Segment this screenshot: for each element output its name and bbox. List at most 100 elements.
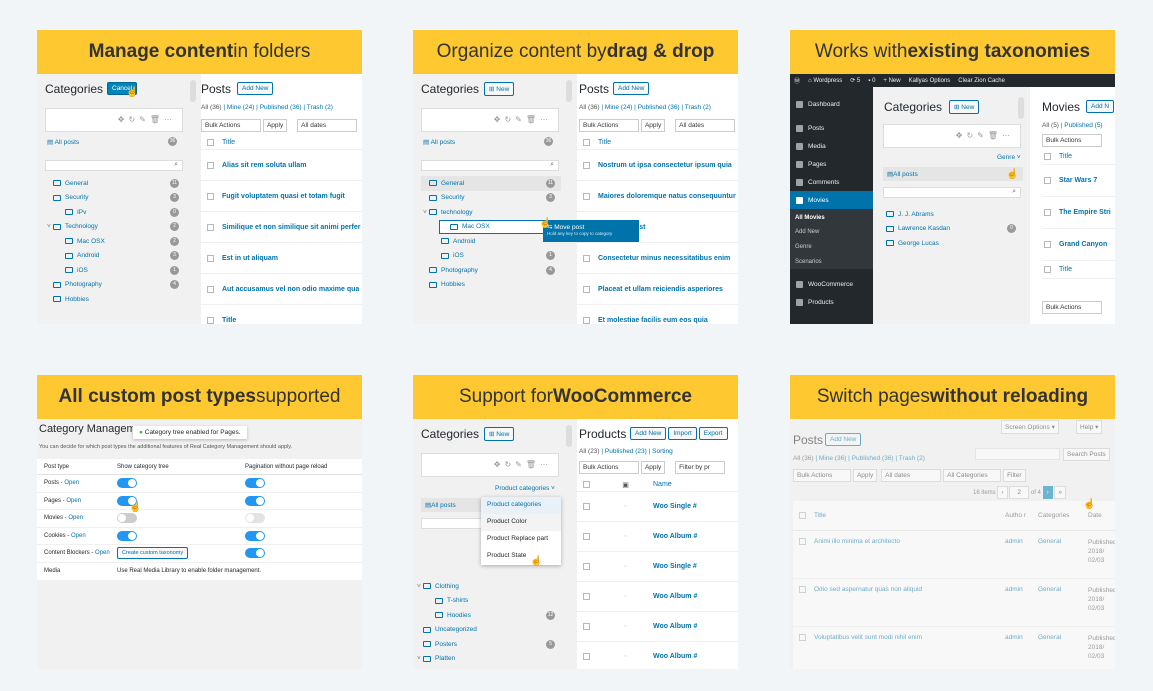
category-tree-toggle[interactable]: [117, 513, 137, 524]
bulk-actions-select[interactable]: Bulk Actions: [579, 461, 639, 474]
status-filters[interactable]: All (36) | Mine (36) | Published (36) | …: [793, 455, 925, 462]
checkbox[interactable]: [583, 161, 590, 169]
toolbar-icons[interactable]: ✥↻✎🗑⋯: [118, 115, 176, 124]
product-name[interactable]: Woo Album #: [653, 653, 697, 660]
import-button[interactable]: Import: [668, 427, 697, 440]
bulk-actions-select[interactable]: Bulk Actions: [201, 119, 261, 132]
row-title[interactable]: Alias sit rem soluta ullam: [222, 162, 306, 169]
tree-item[interactable]: ˅ Clothing: [415, 579, 561, 594]
checkbox[interactable]: [1044, 266, 1051, 273]
scrollbar[interactable]: [1018, 97, 1024, 119]
row-title[interactable]: Similique et non similique sit animi per…: [222, 224, 360, 231]
checkbox[interactable]: [799, 586, 806, 593]
wordpress-logo-icon[interactable]: Ⓦ: [794, 76, 800, 85]
row-title[interactable]: Et molestiae facilis eum eos quia: [598, 317, 708, 324]
scrollbar[interactable]: [190, 80, 196, 102]
submenu-scenarios[interactable]: Scenarios: [790, 254, 873, 269]
row-title[interactable]: Fugit voluptatem quasi et totam fugit: [222, 193, 345, 200]
add-new-button[interactable]: Add N: [1086, 100, 1115, 113]
bulk-actions-select[interactable]: Bulk Actions: [1042, 134, 1102, 147]
menu-movies[interactable]: Movies: [790, 191, 873, 209]
post-category[interactable]: General: [1038, 586, 1088, 593]
status-filters[interactable]: All (23) | Published (23) | Sorting: [579, 448, 673, 455]
all-posts-row[interactable]: ▤ All posts 36: [423, 137, 559, 146]
tree-item[interactable]: Photography 4: [421, 263, 561, 278]
pagination-toggle[interactable]: [245, 513, 265, 524]
post-author[interactable]: admin: [1005, 538, 1038, 545]
apply-button[interactable]: Apply: [640, 119, 666, 132]
table-row[interactable]: Aut accusamus vel non odio maxime qua: [201, 274, 362, 305]
all-posts-row[interactable]: ▤ All posts 36: [47, 137, 183, 146]
tree-item[interactable]: Android 3: [45, 249, 185, 264]
checkbox[interactable]: [207, 192, 214, 200]
scrollbar[interactable]: [566, 80, 572, 102]
row-title[interactable]: Title: [222, 317, 236, 324]
pagination-toggle[interactable]: [245, 478, 265, 489]
submenu-add-new[interactable]: Add New: [790, 224, 873, 239]
dropdown-option[interactable]: Product State: [481, 548, 561, 565]
checkbox[interactable]: [583, 623, 590, 630]
row-title[interactable]: Est in ut aliquam: [222, 255, 278, 262]
checkbox[interactable]: [799, 512, 806, 519]
product-name[interactable]: Woo Single #: [653, 503, 697, 510]
checkbox[interactable]: [207, 316, 214, 324]
table-row[interactable]: Odio sed aspernatur quas non aliquid admi…: [793, 579, 1115, 627]
checkbox[interactable]: [207, 139, 214, 146]
tree-item[interactable]: Security 3: [421, 191, 561, 206]
table-row[interactable]: Consectetur minus necessitatibus enim: [577, 243, 738, 274]
table-row[interactable]: ▫ Woo Album #: [577, 582, 738, 612]
tree-item[interactable]: Uncategorized: [415, 623, 561, 638]
table-row[interactable]: ▫ Woo Single #: [577, 492, 738, 522]
table-row[interactable]: ▫ Woo Single #: [577, 552, 738, 582]
create-taxonomy-button[interactable]: Create custom taxonomy: [117, 547, 189, 560]
checkbox[interactable]: [583, 192, 590, 200]
table-row[interactable]: Alias sit rem soluta ullam: [201, 150, 362, 181]
tree-item[interactable]: Lawrence Kasdan 0: [886, 222, 1022, 237]
filter-by-select[interactable]: Filter by pr: [675, 461, 726, 474]
table-row[interactable]: Title: [201, 305, 362, 324]
table-row[interactable]: Similique et non similique sit animi per…: [201, 212, 362, 243]
row-title[interactable]: Nostrum ut ipsa consectetur ipsum quia: [598, 162, 732, 169]
checkbox[interactable]: [799, 538, 806, 545]
table-row[interactable]: The Empire Stri: [1042, 197, 1115, 229]
add-new-button[interactable]: Add New: [630, 427, 667, 440]
status-filters[interactable]: All (5) | Published (5): [1042, 122, 1103, 129]
post-author[interactable]: admin: [1005, 634, 1038, 641]
checkbox[interactable]: [583, 533, 590, 540]
checkbox[interactable]: [583, 563, 590, 570]
apply-button[interactable]: Apply: [852, 469, 878, 482]
tree-item[interactable]: J. J. Abrams: [886, 207, 1022, 222]
checkbox[interactable]: [583, 285, 590, 293]
search-input[interactable]: ⌕: [883, 187, 1021, 198]
checkbox[interactable]: [583, 316, 590, 324]
add-new-button[interactable]: Add New: [825, 433, 862, 446]
tree-item[interactable]: ˅ Platten: [415, 652, 561, 667]
table-row[interactable]: Placeat et ullam reiciendis asperiores: [577, 274, 738, 305]
tree-item[interactable]: Kohle Kevlar Platten 1 seitig g...: [415, 666, 561, 669]
tree-item[interactable]: Security 3: [45, 191, 185, 206]
menu-dashboard[interactable]: Dashboard: [790, 95, 873, 113]
table-row[interactable]: Grand Canyon: [1042, 229, 1115, 261]
status-filters[interactable]: All (36) | Mine (24) | Published (36) | …: [579, 104, 711, 111]
checkbox[interactable]: [583, 254, 590, 262]
table-row[interactable]: ▫ Woo Album #: [577, 522, 738, 552]
page-number-input[interactable]: 2: [1009, 486, 1030, 499]
dates-select[interactable]: All dates: [675, 119, 736, 132]
toolbar-icons[interactable]: ✥↻✎🗑⋯: [494, 460, 552, 469]
taxonomy-select[interactable]: Product categories ˅: [495, 485, 555, 492]
tree-item[interactable]: Photography 4: [45, 278, 185, 293]
checkbox[interactable]: [1044, 153, 1051, 160]
row-title[interactable]: Aut accusamus vel non odio maxime qua: [222, 286, 359, 293]
all-posts-row[interactable]: ▤ All posts: [883, 167, 1023, 181]
row-title[interactable]: Placeat et ullam reiciendis asperiores: [598, 286, 723, 293]
clear-cache-link[interactable]: Clear Zion Cache: [958, 78, 1005, 84]
kallyas-options-link[interactable]: Kallyas Options: [909, 78, 951, 84]
next-page-button[interactable]: ›: [1042, 486, 1053, 499]
submenu-all-movies[interactable]: All Movies: [790, 209, 873, 224]
row-title[interactable]: Consectetur minus necessitatibus enim: [598, 255, 730, 262]
category-tree-toggle[interactable]: [117, 530, 137, 541]
search-posts-button[interactable]: Search Posts: [1063, 448, 1110, 461]
apply-button[interactable]: Apply: [640, 461, 666, 474]
tree-item[interactable]: iOS 1: [421, 249, 561, 264]
dropdown-option[interactable]: Product Replace part: [481, 531, 561, 548]
